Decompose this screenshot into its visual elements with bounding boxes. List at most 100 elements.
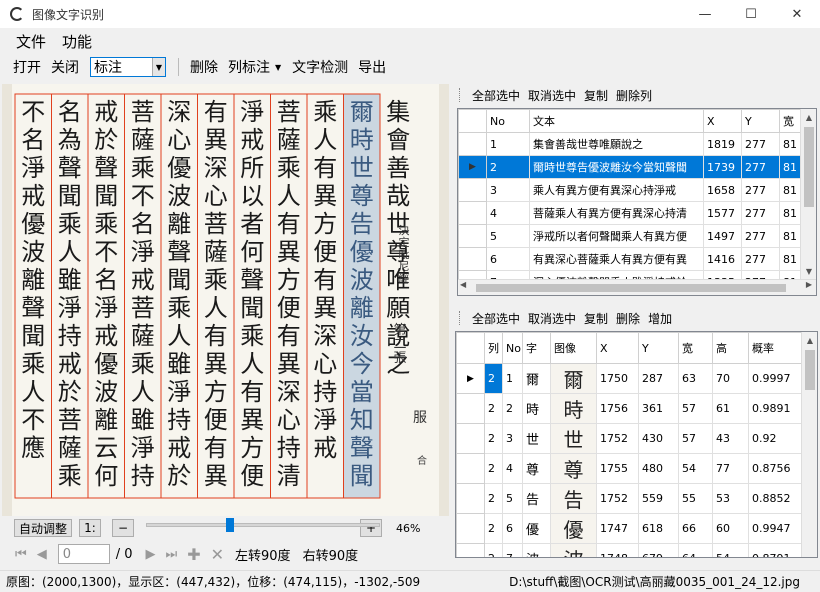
scroll-up-icon[interactable]: ▲ <box>801 109 816 125</box>
maximize-button[interactable]: ☐ <box>728 0 774 28</box>
cell-y[interactable]: 618 <box>638 513 679 544</box>
cell-width[interactable]: 54 <box>678 453 713 484</box>
ratio-button[interactable]: 1: <box>79 519 101 537</box>
cell-x[interactable]: 1747 <box>596 513 639 544</box>
zoom-slider-thumb[interactable] <box>226 518 235 532</box>
cell-no[interactable]: 2 <box>486 155 530 179</box>
cell-x[interactable]: 1748 <box>596 543 639 557</box>
column-annotate-dropdown-icon[interactable]: ▼ <box>275 63 281 72</box>
cell-no[interactable]: 2 <box>502 393 523 424</box>
cell-width[interactable]: 57 <box>678 423 713 454</box>
cell-y[interactable]: 277 <box>741 132 780 156</box>
next-page-icon[interactable]: ▶ <box>141 547 161 562</box>
rotate-right-button[interactable]: 右转90度 <box>303 545 359 564</box>
cell-char[interactable]: 告 <box>522 483 551 514</box>
row-header[interactable] <box>456 543 485 557</box>
cell-y[interactable]: 277 <box>741 224 780 248</box>
prev-page-icon[interactable]: ◀ <box>32 547 52 562</box>
auto-adjust-button[interactable]: 自动调整 <box>14 519 72 537</box>
scroll-up-icon[interactable]: ▲ <box>802 332 817 348</box>
col-header-x[interactable]: X <box>596 332 639 364</box>
col-header-no[interactable]: No <box>486 109 530 133</box>
cell-width[interactable]: 81 <box>779 201 802 225</box>
table-row[interactable]: 5 淨戒所以者何聲聞乘人有異方便 1497 277 81 <box>458 224 802 248</box>
remove-icon[interactable]: ✕ <box>206 545 229 564</box>
table-row[interactable]: 1 集會善哉世尊唯願說之 1819 277 81 <box>458 132 802 156</box>
cell-no[interactable]: 7 <box>502 543 523 557</box>
menu-file[interactable]: 文件 <box>8 31 54 52</box>
menu-function[interactable]: 功能 <box>54 31 100 52</box>
cell-no[interactable]: 4 <box>502 453 523 484</box>
cell-width[interactable]: 63 <box>678 363 713 394</box>
close-window-button[interactable]: ✕ <box>774 0 820 28</box>
cell-no[interactable]: 5 <box>486 224 530 248</box>
copy-button[interactable]: 复制 <box>580 87 612 104</box>
deselect-button[interactable]: 取消选中 <box>524 310 580 327</box>
scroll-right-icon[interactable]: ▶ <box>806 280 812 289</box>
column-annotate-button[interactable]: 列标注 <box>223 57 275 77</box>
zoom-slider[interactable] <box>146 518 380 532</box>
cell-height[interactable]: 70 <box>712 363 749 394</box>
vertical-scrollbar[interactable]: ▲ ▼ <box>800 109 816 279</box>
cell-width[interactable]: 81 <box>779 224 802 248</box>
row-header[interactable] <box>458 201 487 225</box>
cell-y[interactable]: 277 <box>741 201 780 225</box>
table-row[interactable]: 2 6 優優 1747 618 66 60 0.9947 <box>456 513 803 544</box>
cell-text[interactable]: 有異深心菩薩乘人有異方便有異 <box>529 247 704 271</box>
delete-button[interactable]: 删除 <box>612 310 644 327</box>
col-header-no[interactable]: No <box>502 332 523 364</box>
delete-column-button[interactable]: 删除列 <box>612 87 656 104</box>
cell-column[interactable]: 2 <box>484 483 503 514</box>
cell-text[interactable]: 乘人有異方便有異深心持淨戒 <box>529 178 704 202</box>
cell-probability[interactable]: 0.9997 <box>748 363 803 394</box>
cell-image[interactable]: 告 <box>550 483 597 514</box>
cell-width[interactable]: 81 <box>779 155 802 179</box>
add-icon[interactable]: ✚ <box>182 545 205 564</box>
table-row[interactable]: 2 4 尊尊 1755 480 54 77 0.8756 <box>456 453 803 484</box>
scrollbar-thumb[interactable] <box>805 350 815 390</box>
cell-y[interactable]: 679 <box>638 543 679 557</box>
cell-y[interactable]: 559 <box>638 483 679 514</box>
row-header[interactable] <box>456 393 485 424</box>
cell-y[interactable]: 277 <box>741 155 780 179</box>
col-header-y[interactable]: Y <box>638 332 679 364</box>
row-header[interactable] <box>456 453 485 484</box>
scroll-left-icon[interactable]: ◀ <box>460 280 466 289</box>
add-button[interactable]: 增加 <box>644 310 676 327</box>
minimize-button[interactable]: — <box>682 0 728 28</box>
row-header[interactable] <box>456 513 485 544</box>
cell-no[interactable]: 1 <box>502 363 523 394</box>
cell-char[interactable]: 優 <box>522 513 551 544</box>
cell-column[interactable]: 2 <box>484 363 503 394</box>
cell-probability[interactable]: 0.9891 <box>748 393 803 424</box>
cell-width[interactable]: 64 <box>678 543 713 557</box>
table-row[interactable]: 3 乘人有異方便有異深心持淨戒 1658 277 81 <box>458 178 802 202</box>
scroll-down-icon[interactable]: ▼ <box>801 263 816 279</box>
cell-text[interactable]: 淨戒所以者何聲聞乘人有異方便 <box>529 224 704 248</box>
cell-no[interactable]: 4 <box>486 201 530 225</box>
cell-height[interactable]: 53 <box>712 483 749 514</box>
cell-char[interactable]: 爾 <box>522 363 551 394</box>
cell-probability[interactable]: 0.92 <box>748 423 803 454</box>
cell-probability[interactable]: 0.9947 <box>748 513 803 544</box>
cell-x[interactable]: 1755 <box>596 453 639 484</box>
select-all-button[interactable]: 全部选中 <box>468 87 524 104</box>
col-header-column[interactable]: 列 <box>484 332 503 364</box>
export-button[interactable]: 导出 <box>353 57 391 77</box>
col-header-char[interactable]: 字 <box>522 332 551 364</box>
col-header-probability[interactable]: 概率 <box>748 332 803 364</box>
zoom-in-button[interactable]: + <box>360 519 382 537</box>
mode-select[interactable]: 标注 ▼ <box>90 57 166 77</box>
cell-x[interactable]: 1416 <box>703 247 742 271</box>
cell-no[interactable]: 1 <box>486 132 530 156</box>
delete-button[interactable]: 删除 <box>185 57 223 77</box>
image-canvas[interactable]: 集會善哉世尊唯願說之爾時世尊告優波離汝今當知聲聞乘人有異方便有異深心持淨戒菩薩乘… <box>2 84 449 516</box>
vertical-scrollbar[interactable]: ▲ <box>801 332 817 557</box>
table-row[interactable]: 2 3 世世 1752 430 57 43 0.92 <box>456 423 803 454</box>
cell-column[interactable]: 2 <box>484 543 503 557</box>
table-row[interactable]: 6 有異深心菩薩乘人有異方便有異 1416 277 81 <box>458 247 802 271</box>
cell-y[interactable]: 480 <box>638 453 679 484</box>
cell-text[interactable]: 菩薩乘人有異方便有異深心持清 <box>529 201 704 225</box>
cell-column[interactable]: 2 <box>484 453 503 484</box>
cell-image[interactable]: 波 <box>550 543 597 557</box>
